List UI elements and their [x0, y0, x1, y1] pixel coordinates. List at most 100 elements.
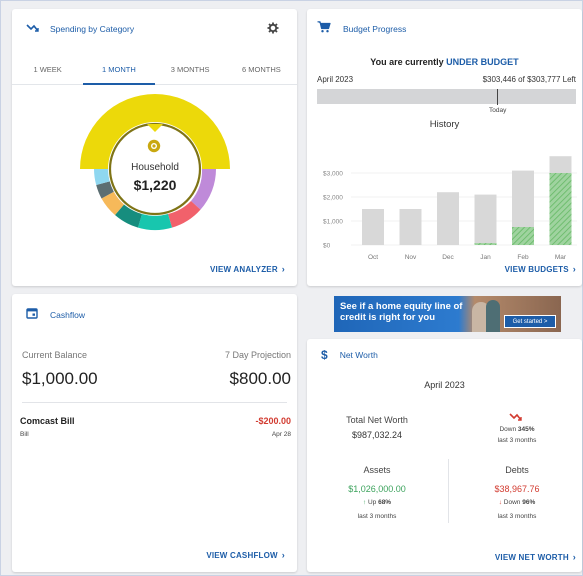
balance-value: $1,000.00	[22, 369, 98, 388]
trend-down-icon	[26, 20, 40, 38]
debts-value: $38,967.76	[494, 484, 540, 494]
cashflow-card: Cashflow Current Balance 7 Day Projectio…	[12, 294, 297, 572]
donut-center-label: Household	[131, 162, 179, 173]
projection-label: 7 Day Projection	[224, 350, 291, 360]
cart-icon	[317, 20, 331, 38]
projection-value: $800.00	[229, 369, 291, 388]
budget-status: You are currently UNDER BUDGET	[307, 57, 582, 67]
donut-center-value: $1,220	[133, 177, 177, 193]
net-worth-month: April 2023	[424, 380, 465, 390]
budget-remaining: $303,446 of $303,777 Left	[482, 75, 576, 84]
tab-3-months[interactable]: 3 MONTHS	[155, 55, 226, 84]
view-budgets-link[interactable]: VIEW BUDGETS ›	[505, 264, 576, 274]
card-title: Net Worth	[339, 350, 378, 360]
budget-header: Budget Progress	[307, 9, 582, 49]
total-label: Total Net Worth	[346, 415, 408, 425]
budget-bar[interactable]	[474, 194, 497, 245]
net-worth-card: $ Net Worth April 2023 Total Net Worth $…	[307, 339, 582, 572]
chevron-right-icon: ›	[281, 550, 285, 560]
budget-progress-bar	[317, 89, 576, 104]
x-tick-label: Mar	[555, 254, 567, 261]
y-tick-label: $2,000	[323, 195, 343, 202]
card-title: Cashflow	[50, 310, 85, 320]
budget-bar[interactable]	[437, 192, 459, 245]
y-tick-label: $1,000	[323, 219, 343, 226]
total-value: $987,032.24	[351, 430, 403, 440]
assets-period: last 3 months	[357, 513, 397, 520]
status-prefix: You are currently	[370, 57, 444, 67]
x-tick-label: Oct	[368, 254, 378, 261]
gear-icon[interactable]	[267, 21, 279, 39]
history-title: History	[429, 119, 460, 130]
debts-change: ↓ Down 96%	[457, 499, 577, 506]
y-tick-label: $3,000	[323, 171, 343, 178]
debts-period: last 3 months	[497, 513, 537, 520]
chevron-right-icon: ›	[572, 552, 576, 562]
ad-text: See if a home equity line of credit is r…	[340, 301, 463, 323]
assets-value: $1,026,000.00	[348, 484, 406, 494]
tab-1-month[interactable]: 1 MONTH	[83, 55, 155, 85]
x-tick-label: Dec	[442, 254, 454, 261]
divider	[22, 402, 287, 403]
total-period: last 3 months	[497, 437, 537, 444]
segment-teal[interactable]	[138, 214, 172, 231]
spent-bar[interactable]	[474, 243, 497, 245]
assets-label: Assets	[363, 465, 391, 475]
spending-header: Spending by Category	[12, 9, 297, 49]
period-tabs: 1 WEEK 1 MONTH 3 MONTHS 6 MONTHS	[12, 55, 297, 85]
tab-6-months[interactable]: 6 MONTHS	[226, 55, 297, 84]
spending-card: Spending by Category 1 WEEK 1 MONTH 3 MO…	[12, 9, 297, 286]
chevron-right-icon: ›	[281, 264, 285, 274]
debts-label: Debts	[505, 465, 529, 475]
status-value: UNDER BUDGET	[446, 57, 519, 67]
transaction-amount: -$200.00	[255, 416, 291, 426]
tab-1-week[interactable]: 1 WEEK	[12, 55, 83, 84]
spent-bar[interactable]	[512, 227, 534, 245]
budget-bar[interactable]	[362, 209, 384, 245]
today-marker	[497, 89, 498, 105]
link-label: VIEW CASHFLOW	[206, 551, 278, 560]
view-net-worth-link[interactable]: VIEW NET WORTH ›	[495, 552, 576, 562]
calendar-icon	[26, 306, 38, 324]
ad-photo	[486, 300, 500, 332]
divider	[448, 459, 449, 523]
trend-down-icon	[509, 409, 523, 427]
spent-bar[interactable]	[549, 173, 572, 245]
view-analyzer-link[interactable]: VIEW ANALYZER ›	[210, 264, 285, 274]
dollar-icon: $	[321, 348, 328, 362]
arrow-up-icon: ↑	[362, 499, 367, 506]
budget-month: April 2023	[317, 75, 354, 84]
link-label: VIEW ANALYZER	[210, 265, 278, 274]
transaction-date: Apr 28	[271, 431, 291, 438]
change-percent: 345%	[517, 426, 535, 433]
card-title: Budget Progress	[343, 24, 407, 34]
x-tick-label: Jan	[480, 254, 491, 261]
change-prefix: Down	[503, 499, 521, 506]
today-label: Today	[489, 107, 507, 114]
dashboard: Spending by Category 1 WEEK 1 MONTH 3 MO…	[0, 0, 583, 576]
change-prefix: Up	[367, 499, 377, 506]
change-prefix: Down	[499, 426, 517, 433]
transaction-category: Bill	[20, 431, 29, 438]
view-cashflow-link[interactable]: VIEW CASHFLOW ›	[206, 550, 285, 560]
assets-change: ↑ Up 68%	[317, 499, 437, 506]
link-label: VIEW BUDGETS	[504, 265, 569, 274]
cashflow-header: Cashflow	[12, 294, 297, 336]
history-chart: $3,000 $2,000 $1,000 $0 Oct Nov Dec Jan Feb Mar	[323, 156, 577, 261]
transaction-row[interactable]: Comcast Bill -$200.00 Bill Apr 28	[12, 410, 297, 446]
budget-bar[interactable]	[399, 209, 422, 245]
budget-card: Budget Progress You are currently UNDER …	[307, 9, 582, 286]
y-tick-label: $0	[323, 243, 331, 250]
link-label: VIEW NET WORTH	[494, 553, 569, 562]
ad-get-started-button[interactable]: Get started >	[504, 315, 556, 328]
change-percent: 96%	[522, 499, 536, 506]
x-tick-label: Nov	[405, 254, 417, 261]
balance-label: Current Balance	[22, 350, 88, 360]
net-worth-header: $ Net Worth	[307, 339, 582, 371]
transaction-name: Comcast Bill	[20, 416, 75, 426]
home-equity-ad[interactable]: See if a home equity line of credit is r…	[334, 296, 561, 332]
total-change: Down 345%	[457, 426, 577, 433]
household-icon	[147, 139, 161, 158]
chevron-right-icon: ›	[572, 264, 576, 274]
change-percent: 68%	[378, 499, 392, 506]
